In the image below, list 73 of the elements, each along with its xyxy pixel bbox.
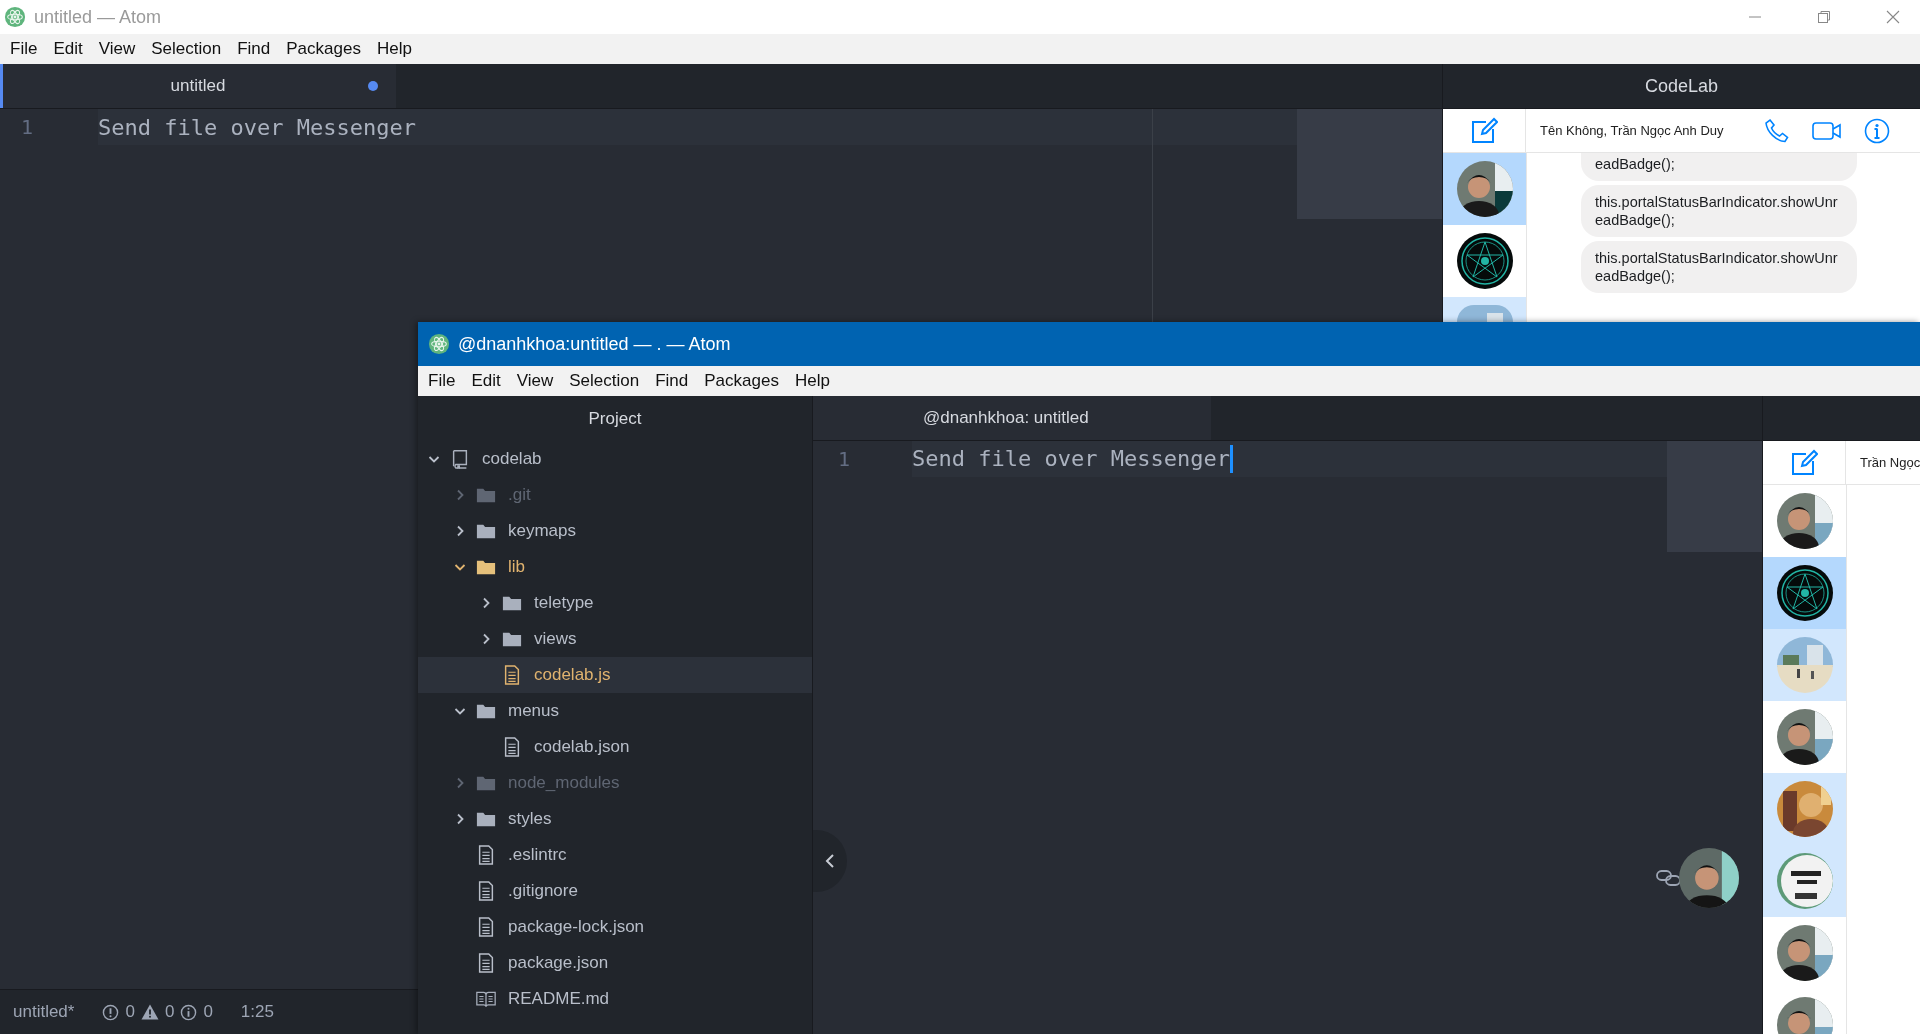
info-icon: [180, 1003, 198, 1021]
cursor-position[interactable]: 1:25: [240, 1002, 274, 1022]
phone-icon[interactable]: [1763, 117, 1790, 144]
tree-item[interactable]: .gitignore: [418, 873, 812, 909]
editor-tab[interactable]: @dnanhkhoa: untitled: [813, 396, 1211, 440]
tree-item[interactable]: lib: [418, 549, 812, 585]
menu-item[interactable]: Find: [647, 371, 697, 391]
window-title: @dnanhkhoa:untitled — . — Atom: [458, 333, 731, 355]
info-count: 0: [203, 1002, 213, 1022]
open-book-icon: [476, 989, 496, 1009]
tree-item[interactable]: README.md: [418, 981, 812, 1017]
file-icon: [502, 737, 522, 757]
file-icon: [476, 953, 496, 973]
link-icon[interactable]: [1656, 869, 1682, 887]
menu-item[interactable]: Selection: [561, 371, 648, 391]
menu-item[interactable]: Edit: [463, 371, 509, 391]
compose-icon[interactable]: [1470, 116, 1498, 145]
warning-icon: [140, 1004, 159, 1020]
book-icon: [450, 449, 470, 469]
panel-title: Project: [587, 407, 643, 430]
warning-count: 0: [164, 1002, 175, 1022]
tree-item[interactable]: codelab.js: [418, 657, 812, 693]
menu-item[interactable]: Edit: [45, 39, 91, 59]
menu-item[interactable]: File: [420, 371, 464, 391]
menu-item[interactable]: Selection: [143, 39, 230, 59]
message-bubble: eadBadge();: [1581, 153, 1857, 181]
menu-item[interactable]: Packages: [696, 371, 787, 391]
tree-item[interactable]: keymaps: [418, 513, 812, 549]
conversation-item[interactable]: [1763, 845, 1846, 917]
menu-item[interactable]: View: [508, 371, 562, 391]
tree-item[interactable]: teletype: [418, 585, 812, 621]
video-icon[interactable]: [1811, 119, 1842, 142]
menu-item[interactable]: View: [90, 39, 144, 59]
menu-item[interactable]: Help: [368, 39, 420, 59]
tree-item[interactable]: menus: [418, 693, 812, 729]
tree-item[interactable]: .eslintrc: [418, 837, 812, 873]
message-bubble: this.portalStatusBarIndicator.showUnreadBadge();: [1581, 185, 1857, 237]
error-count: 0: [125, 1002, 135, 1022]
tree-item[interactable]: views: [418, 621, 812, 657]
message-bubble: this.portalStatusBarIndicator.showUnreadBadge();: [1581, 241, 1857, 293]
status-file[interactable]: untitled*: [13, 1002, 75, 1022]
menu-item[interactable]: File: [2, 39, 46, 59]
atom-icon: [4, 6, 26, 28]
file-icon: [476, 917, 496, 937]
menu-item[interactable]: Help: [786, 371, 838, 391]
editor-tab[interactable]: untitled: [0, 64, 396, 108]
tree-item[interactable]: package-lock.json: [418, 909, 812, 945]
menu-item[interactable]: Find: [229, 39, 279, 59]
info-icon[interactable]: [1863, 117, 1890, 144]
file-icon: [476, 881, 496, 901]
line-number: 1: [20, 115, 35, 139]
chevron-icon: [825, 853, 835, 869]
conversation-item[interactable]: [1763, 773, 1846, 845]
code-line: Send file over Messenger: [98, 114, 416, 140]
tree-item[interactable]: codelab.json: [418, 729, 812, 765]
tree-item[interactable]: package.json: [418, 945, 812, 981]
atom-icon: [428, 333, 450, 355]
restore-icon[interactable]: [1817, 10, 1831, 24]
window-title: untitled — Atom: [34, 6, 162, 28]
close-icon[interactable]: [1886, 10, 1900, 24]
file-icon: [476, 845, 496, 865]
conversation-item[interactable]: [1763, 557, 1846, 629]
tree-item[interactable]: styles: [418, 801, 812, 837]
file-icon: [502, 665, 522, 685]
conversation-title: Trần Ngọc: [1860, 455, 1920, 470]
conversation-title: Tên Không, Trần Ngọc Anh Duy: [1540, 123, 1724, 138]
code-line: Send file over Messenger: [912, 445, 1230, 473]
menu-item[interactable]: Packages: [278, 39, 369, 59]
compose-icon[interactable]: [1790, 448, 1818, 477]
line-number: 1: [837, 447, 852, 471]
conversation-item[interactable]: [1443, 153, 1526, 225]
error-icon: [102, 1003, 120, 1021]
tree-item[interactable]: codelab: [418, 441, 812, 477]
